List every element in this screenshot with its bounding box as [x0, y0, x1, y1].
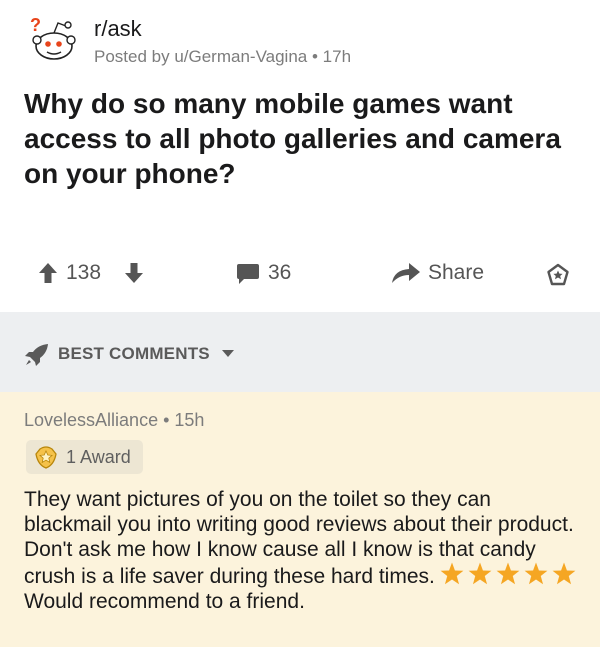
- share-button[interactable]: Share: [428, 261, 484, 285]
- post-card: ? r/ask Posted by u/German-Vagina • 17h …: [0, 0, 600, 312]
- share-arrow-icon[interactable]: [391, 262, 421, 284]
- comment-meta: LovelessAlliance • 15h: [24, 410, 204, 431]
- star-icon: [440, 562, 464, 585]
- star-icon: [552, 562, 576, 585]
- star-icon: [468, 562, 492, 585]
- comment-text-end: Would recommend to a friend.: [24, 590, 305, 613]
- rocket-icon: [25, 344, 48, 366]
- subreddit-avatar-icon[interactable]: ?: [28, 14, 78, 64]
- subreddit-name[interactable]: r/ask: [94, 16, 142, 42]
- comment-body: They want pictures of you on the toilet …: [24, 487, 584, 614]
- post-author[interactable]: Posted by u/German-Vagina: [94, 47, 307, 66]
- award-badge[interactable]: 1 Award: [26, 440, 143, 474]
- star-icon: [496, 562, 520, 585]
- post-action-bar: 138 36 Share: [0, 252, 600, 294]
- star-icon: [524, 562, 548, 585]
- downvote-arrow-icon[interactable]: [124, 262, 144, 284]
- sort-label[interactable]: BEST COMMENTS: [58, 344, 210, 364]
- post-meta: Posted by u/German-Vagina • 17h: [94, 47, 351, 67]
- comment-author[interactable]: LovelessAlliance: [24, 410, 158, 430]
- meta-separator: •: [311, 47, 323, 66]
- save-star-icon[interactable]: [546, 263, 570, 287]
- post-title[interactable]: Why do so many mobile games want access …: [24, 86, 584, 191]
- vote-score: 138: [66, 261, 102, 284]
- award-label: 1 Award: [66, 446, 131, 467]
- upvote-arrow-icon[interactable]: [38, 262, 58, 284]
- comment-sort-bar[interactable]: BEST COMMENTS: [0, 312, 600, 392]
- post-age: 17h: [322, 47, 352, 66]
- comment-card: LovelessAlliance • 15h 1 Award They want…: [0, 392, 600, 647]
- chevron-down-icon[interactable]: [222, 350, 234, 358]
- meta-separator: •: [163, 410, 175, 430]
- comment-age: 15h: [174, 410, 205, 430]
- comment-count[interactable]: 36: [268, 261, 291, 285]
- award-medal-icon: [35, 446, 57, 469]
- comment-bubble-icon[interactable]: [236, 263, 260, 285]
- five-stars-icon: [440, 562, 576, 585]
- svg-text:?: ?: [30, 15, 41, 35]
